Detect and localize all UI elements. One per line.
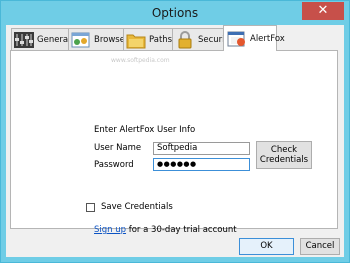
username-label: User Name <box>94 143 142 153</box>
alertfox-panel: www.softpedia.com Enter AlertFox User In… <box>10 50 338 235</box>
padlock-icon <box>175 30 195 49</box>
dialog-client-area: General Browser Paths Security AlertFox … <box>6 25 344 257</box>
tab-paths[interactable]: Paths <box>123 28 173 50</box>
close-button[interactable]: ✕ <box>302 2 344 20</box>
equalizer-icon <box>14 31 34 49</box>
folder-icon <box>126 31 146 49</box>
alertfox-icon <box>227 30 247 48</box>
save-credentials-checkbox[interactable] <box>86 203 95 212</box>
tab-security[interactable]: Security <box>172 28 233 50</box>
check-credentials-button[interactable]: Check Credentials <box>256 141 312 169</box>
window-title: Options <box>151 6 199 20</box>
username-input[interactable]: Softpedia <box>153 142 250 155</box>
browser-window-icon <box>71 31 91 49</box>
password-input[interactable]: ●●●●●● <box>153 158 250 171</box>
tab-alertfox-label: AlertFox <box>250 33 285 44</box>
tab-paths-label: Paths <box>149 34 173 45</box>
tab-alertfox[interactable]: AlertFox <box>223 25 285 51</box>
title-bar[interactable]: Options ✕ <box>1 1 349 25</box>
tab-general-label: General <box>37 34 71 45</box>
tab-browser[interactable]: Browser <box>68 28 128 50</box>
check-credentials-line1: Check <box>270 145 298 155</box>
password-label: Password <box>94 160 134 170</box>
cancel-button[interactable]: Cancel <box>300 238 340 255</box>
section-title: Enter AlertFox User Info <box>94 125 196 135</box>
tab-general[interactable]: General <box>11 28 71 50</box>
check-credentials-line2: Credentials <box>259 155 309 165</box>
signup-link[interactable]: Sign up <box>94 225 126 235</box>
ok-button[interactable]: OK <box>239 238 294 255</box>
options-window: Options ✕ General Browser Paths Security… <box>0 0 350 263</box>
save-credentials-label: Save Credentials <box>101 202 173 212</box>
watermark-text: www.softpedia.com <box>111 57 170 64</box>
signup-line: Sign up for a 30-day trial account <box>94 225 237 235</box>
signup-text: for a 30-day trial account <box>128 225 237 235</box>
